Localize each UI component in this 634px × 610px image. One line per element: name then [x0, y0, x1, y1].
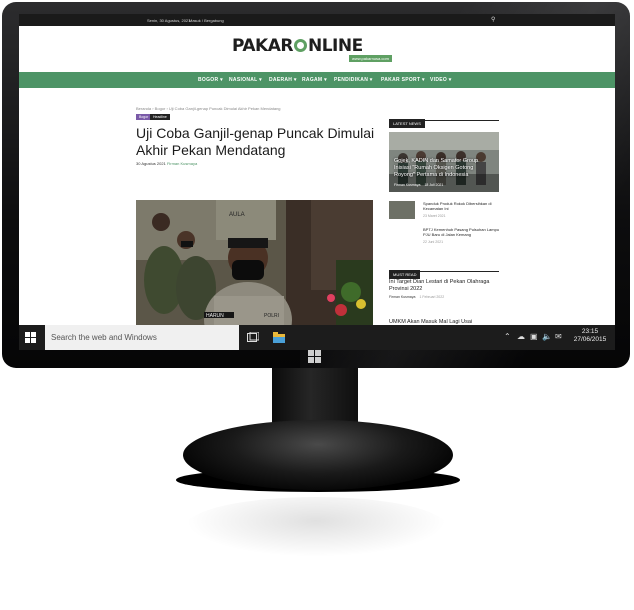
latest-news-label: LATEST NEWS [389, 119, 425, 128]
news-title: BPTJ Kemenhub Pasang Pulsuhan Lampu PJU … [423, 227, 500, 237]
nav-item-bogor[interactable]: BOGOR ▾ [198, 77, 223, 83]
main-nav: BOGOR ▾ NASIONAL ▾ DAERAH ▾ RAGAM ▾ PEND… [19, 72, 615, 88]
clock-time: 23:15 [581, 328, 599, 335]
news-date: 22 Juni 2021 [423, 240, 444, 244]
must-read-date: 1 Februari 2022 [419, 295, 445, 299]
news-date: 23 Maret 2021 [423, 214, 446, 218]
nav-item-ragam[interactable]: RAGAM ▾ [302, 77, 327, 83]
photo-name-tag: HARUN [206, 313, 224, 319]
clock-date: 27/06/2015 [573, 336, 607, 343]
site-topbar: Senin, 30 Agustus, 2021 Masuk / Bergabun… [19, 14, 615, 26]
must-read-author: Firman Kusmaya [389, 295, 416, 299]
featured-story[interactable]: Gojek, KADIN dan Samator Group Inisiasi … [389, 132, 499, 192]
logo-o-ring [293, 39, 307, 52]
nav-item-daerah[interactable]: DAERAH ▾ [269, 77, 297, 83]
volume-icon[interactable]: 🔈 [542, 332, 552, 341]
nav-item-nasional[interactable]: NASIONAL ▾ [229, 77, 262, 83]
article-photo: AULA HARUN POLRI [136, 200, 373, 328]
nav-item-pakar-sport[interactable]: PAKAR SPORT ▾ [381, 77, 425, 83]
news-thumb [389, 201, 415, 219]
logo-text-1: PAKAR [232, 36, 293, 56]
file-explorer-icon[interactable] [273, 332, 285, 343]
taskbar-search-box[interactable]: Search the web and Windows [45, 325, 239, 350]
article-date: 30 Agustus 2021 [136, 161, 166, 166]
taskbar-clock[interactable]: 23:15 27/06/2015 [569, 328, 611, 344]
latest-news-heading: LATEST NEWS [389, 112, 499, 128]
notification-icon[interactable]: ✉ [555, 332, 562, 341]
news-title: Spanduk Produk Rokok Dibersihkan di Keca… [423, 201, 492, 211]
windows-taskbar: Search the web and Windows ⌃ ☁ ▣ 🔈 ✉ 23:… [19, 325, 615, 350]
logo-text-2: NLINE [307, 36, 363, 56]
login-link[interactable]: Masuk / Bergabung [189, 18, 224, 23]
article-author[interactable]: Firman Kusmaya [167, 161, 197, 166]
tag-headline[interactable]: Headline [150, 114, 170, 120]
article-meta: 30 Agustus 2021 Firman Kusmaya [136, 161, 197, 166]
photo-illustration: AULA HARUN POLRI [136, 200, 373, 328]
taskbar-search-placeholder: Search the web and Windows [51, 333, 157, 342]
must-read-item[interactable]: Ini Target Dian Lestari di Pekan Olahrag… [389, 279, 501, 299]
windows-start-icon[interactable] [25, 332, 36, 343]
featured-byline: Firman Kusmaya 18 Juli 2021 [394, 183, 443, 187]
onedrive-icon[interactable]: ☁ [517, 332, 525, 341]
network-icon[interactable]: ▣ [530, 332, 538, 341]
base-reflection [185, 497, 447, 557]
featured-date: 18 Juli 2021 [424, 183, 444, 187]
must-read-heading: MUST READ [389, 263, 499, 279]
windows-logo-icon [308, 350, 321, 363]
topbar-date: Senin, 30 Agustus, 2021 [147, 18, 191, 23]
must-read-byline: Firman Kusmaya 1 Februari 2022 [389, 295, 501, 299]
site-logo[interactable]: PAKAR NLINE [232, 36, 363, 56]
photo-wall-text: AULA [229, 212, 245, 218]
monitor-base [183, 420, 453, 490]
photo-badge: POLRI [264, 313, 279, 319]
search-icon[interactable]: ⚲ [491, 16, 495, 23]
nav-item-pendidikan[interactable]: PENDIDIKAN ▾ [334, 77, 373, 83]
nav-item-video[interactable]: VIDEO ▾ [430, 77, 452, 83]
logo-tagline: www.pakarnusa.com [349, 55, 392, 62]
featured-author: Firman Kusmaya [394, 183, 421, 187]
featured-title: Gojek, KADIN dan Samator Group Inisiasi … [394, 158, 479, 178]
chevron-up-icon[interactable]: ⌃ [504, 332, 511, 341]
breadcrumb[interactable]: Beranda › Bogor › Uji Coba Ganjil-genap … [136, 106, 281, 111]
article-title: Uji Coba Ganjil-genap Puncak Dimulai Akh… [136, 125, 375, 158]
task-view-icon[interactable] [247, 332, 259, 343]
must-read-label: MUST READ [389, 270, 421, 279]
screen: Senin, 30 Agustus, 2021 Masuk / Bergabun… [19, 14, 615, 350]
must-read-title: Ini Target Dian Lestari di Pekan Olahrag… [389, 279, 490, 292]
